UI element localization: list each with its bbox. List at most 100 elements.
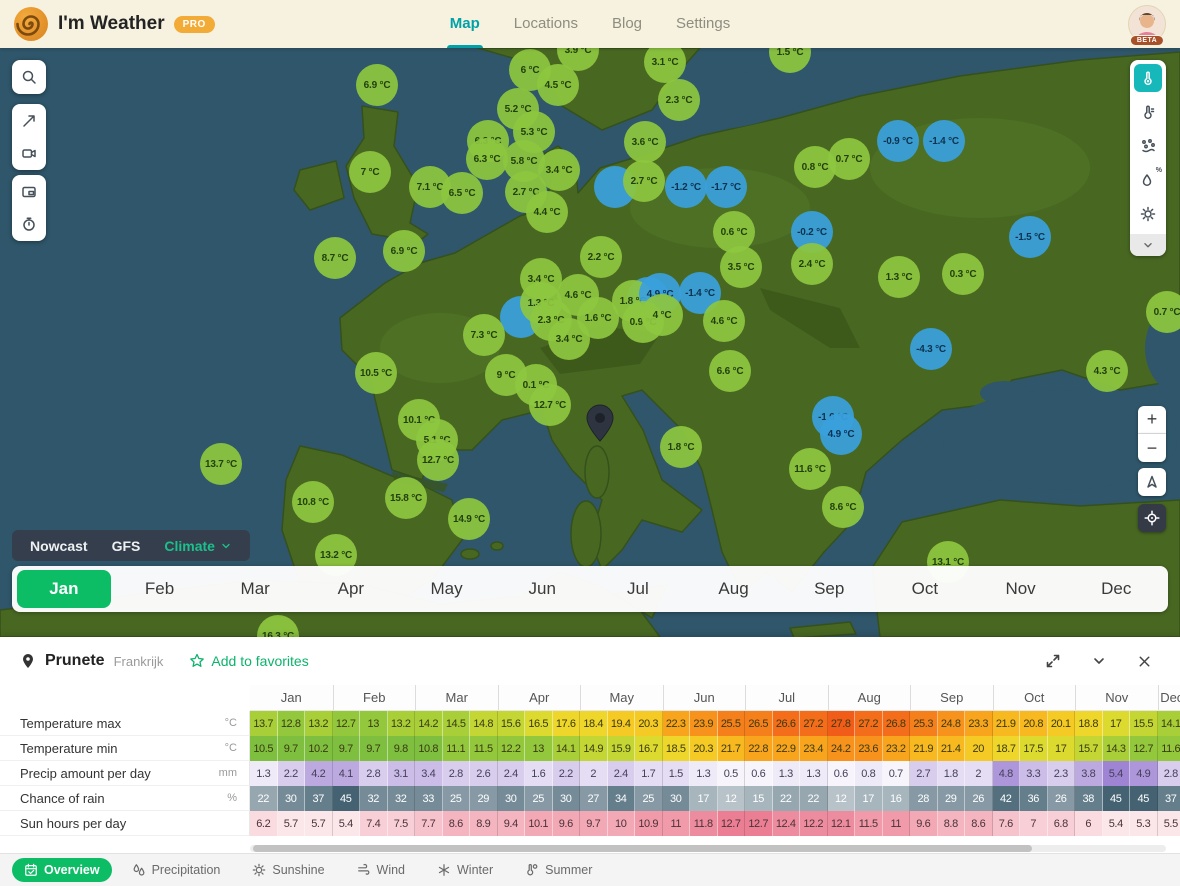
mode-climate[interactable]: Climate [152,538,244,554]
temperature-marker[interactable]: 3.4 °C [548,318,590,360]
temperature-marker[interactable]: -4.3 °C [910,328,952,370]
table-cell: 4.9 [1130,761,1158,786]
temperature-marker[interactable]: 0.7 °C [1146,291,1180,333]
zoom-in-button[interactable]: + [1138,406,1166,434]
temperature-marker[interactable]: 0.3 °C [942,253,984,295]
timer-button[interactable] [15,210,43,238]
temperature-marker[interactable]: 10.5 °C [355,352,397,394]
temperature-marker[interactable]: 4.4 °C [526,191,568,233]
add-to-favorites-button[interactable]: Add to favorites [189,653,308,669]
route-button[interactable] [15,107,43,135]
temperature-marker[interactable]: 3.5 °C [720,246,762,288]
table-cell: 9.7 [360,736,388,761]
temperature-marker[interactable]: 14.9 °C [448,498,490,540]
layer-precipitation-probability-button[interactable]: % [1134,166,1162,194]
month-dec[interactable]: Dec [1069,570,1163,608]
tab-winter[interactable]: Winter [425,858,505,882]
table-cell: 9.6 [553,811,581,836]
temperature-marker[interactable]: 4.5 °C [537,64,579,106]
webcam-button[interactable] [15,139,43,167]
temperature-marker[interactable]: 0.7 °C [828,138,870,180]
month-feb[interactable]: Feb [113,570,207,608]
temperature-marker[interactable]: 6.3 °C [466,138,508,180]
temperature-marker[interactable]: 6.5 °C [441,172,483,214]
user-avatar[interactable]: BETA [1128,5,1166,43]
temperature-marker[interactable]: 4.3 °C [1086,350,1128,392]
month-oct[interactable]: Oct [878,570,972,608]
nav-map[interactable]: Map [433,0,497,48]
month-may[interactable]: May [400,570,494,608]
temperature-marker[interactable]: 7 °C [349,151,391,193]
temperature-marker[interactable]: -1.7 °C [705,166,747,208]
temperature-marker[interactable]: 4.6 °C [703,300,745,342]
temperature-marker[interactable]: -1.5 °C [1009,216,1051,258]
tab-sunshine-label: Sunshine [272,863,324,877]
temperature-marker[interactable]: 1.3 °C [878,256,920,298]
temperature-marker[interactable]: -0.9 °C [877,120,919,162]
collapse-panel-button[interactable] [1091,653,1107,669]
temperature-marker[interactable]: 1.8 °C [660,426,702,468]
temperature-marker[interactable]: 2.4 °C [791,243,833,285]
temperature-marker[interactable]: 15.8 °C [385,477,427,519]
mode-nowcast[interactable]: Nowcast [18,538,100,554]
expand-panel-button[interactable] [1045,653,1061,669]
temperature-marker[interactable]: 8.6 °C [822,486,864,528]
temperature-marker[interactable]: 6.9 °C [383,230,425,272]
layer-feels-like-button[interactable] [1134,98,1162,126]
zoom-out-button[interactable]: − [1138,434,1166,462]
temperature-marker[interactable]: 6.6 °C [709,350,751,392]
nav-locations[interactable]: Locations [497,0,595,48]
month-sep[interactable]: Sep [782,570,876,608]
picture-in-picture-button[interactable] [15,178,43,206]
month-apr[interactable]: Apr [304,570,398,608]
compass-button[interactable] [1138,468,1166,496]
month-jan[interactable]: Jan [17,570,111,608]
table-scrollbar-thumb[interactable] [253,845,1032,852]
temperature-marker[interactable]: 10.8 °C [292,481,334,523]
tab-overview[interactable]: Overview [12,858,112,882]
temperature-marker[interactable]: 13.7 °C [200,443,242,485]
month-mar[interactable]: Mar [208,570,302,608]
temperature-marker[interactable]: 6.9 °C [356,64,398,106]
month-jul[interactable]: Jul [591,570,685,608]
close-panel-button[interactable] [1137,654,1152,669]
month-jun[interactable]: Jun [495,570,589,608]
nav-blog[interactable]: Blog [595,0,659,48]
mode-gfs[interactable]: GFS [100,538,153,554]
temperature-marker[interactable]: -1.2 °C [665,166,707,208]
temperature-marker-label: 3.1 °C [652,57,679,68]
month-aug[interactable]: Aug [687,570,781,608]
locate-me-button[interactable] [1138,504,1166,532]
temperature-marker[interactable]: -1.4 °C [923,120,965,162]
tab-summer[interactable]: Summer [513,858,604,882]
temperature-marker[interactable]: 1.5 °C [769,48,811,73]
weather-map[interactable]: 3.9 °C6 °C3.1 °C1.5 °C4.5 °C6.9 °C2.3 °C… [0,48,1180,637]
temperature-marker[interactable]: 12.7 °C [529,384,571,426]
mode-climate-label: Climate [164,538,215,554]
temperature-marker[interactable]: 4 °C [641,294,683,336]
layers-collapse-button[interactable] [1130,234,1166,256]
temperature-marker[interactable]: 2.7 °C [623,160,665,202]
selected-location-pin[interactable] [585,404,615,447]
nav-settings[interactable]: Settings [659,0,747,48]
search-button[interactable] [15,63,43,91]
tab-sunshine[interactable]: Sunshine [240,858,336,882]
temperature-marker[interactable]: 16.3 °C [257,615,299,637]
temperature-marker[interactable]: 2.3 °C [658,79,700,121]
tab-wind[interactable]: Wind [345,858,417,882]
month-nov[interactable]: Nov [974,570,1068,608]
temperature-marker[interactable]: 3.1 °C [644,48,686,83]
tab-precipitation[interactable]: Precipitation [120,858,233,882]
layer-temperature-button[interactable] [1134,64,1162,92]
temperature-marker[interactable]: 2.2 °C [580,236,622,278]
temperature-marker[interactable]: 7.3 °C [463,314,505,356]
temperature-marker[interactable]: 11.6 °C [789,448,831,490]
layer-sunshine-button[interactable] [1134,200,1162,228]
temperature-marker[interactable]: 8.7 °C [314,237,356,279]
temperature-marker[interactable]: 4.9 °C [820,413,862,455]
temperature-marker-label: 0.8 °C [802,162,829,173]
temperature-marker[interactable]: 3.6 °C [624,121,666,163]
temperature-marker[interactable]: 12.7 °C [417,439,459,481]
row-label-text: Temperature max [0,716,207,731]
layer-air-particles-button[interactable] [1134,132,1162,160]
